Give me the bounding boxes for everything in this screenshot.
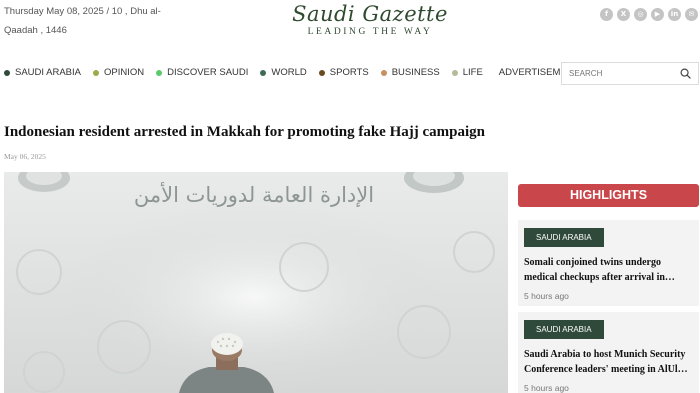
nav-item-discover-saudi[interactable]: DISCOVER SAUDI bbox=[156, 67, 248, 78]
nav-label: OPINION bbox=[104, 67, 145, 78]
nav-label: SAUDI ARABIA bbox=[15, 67, 81, 78]
nav-dot bbox=[260, 69, 267, 76]
nav-label: SPORTS bbox=[329, 67, 369, 78]
nav-item-saudi-arabia[interactable]: SAUDI ARABIA bbox=[4, 67, 81, 78]
logo-tagline: LEADING THE WAY bbox=[307, 27, 433, 37]
nav-item-opinion[interactable]: OPINION bbox=[93, 67, 144, 78]
nav-dot bbox=[380, 69, 387, 76]
email-icon[interactable]: ✉ bbox=[685, 8, 698, 21]
linkedin-icon[interactable]: in bbox=[668, 8, 681, 21]
main-nav: SAUDI ARABIA OPINION DISCOVER SAUDI WORL… bbox=[4, 67, 598, 78]
instagram-icon[interactable]: ◎ bbox=[634, 8, 647, 21]
highlight-time: 5 hours ago bbox=[524, 291, 569, 301]
site-logo[interactable]: Saudi Gazette LEADING THE WAY bbox=[290, 2, 450, 37]
highlight-title[interactable]: Somali conjoined twins undergo medical c… bbox=[524, 255, 693, 285]
nav-dot bbox=[4, 69, 10, 76]
highlight-title[interactable]: Saudi Arabia to host Munich Security Con… bbox=[524, 347, 693, 377]
current-date: Thursday May 08, 2025 / 10 , Dhu al-Qaad… bbox=[4, 6, 161, 36]
nav-item-world[interactable]: WORLD bbox=[260, 67, 307, 78]
article-headline: Indonesian resident arrested in Makkah f… bbox=[4, 124, 486, 140]
nav-dot bbox=[318, 69, 325, 76]
highlight-card[interactable]: SAUDI ARABIA Saudi Arabia to host Munich… bbox=[518, 312, 699, 393]
nav-dot bbox=[93, 69, 99, 76]
article-photo: الإدارة العامة لدوريات الأمن bbox=[4, 172, 508, 393]
photo-sign-text: الإدارة العامة لدوريات الأمن bbox=[134, 182, 374, 207]
nav-label: LIFE bbox=[462, 67, 483, 78]
category-badge[interactable]: SAUDI ARABIA bbox=[524, 228, 604, 247]
highlight-time: 5 hours ago bbox=[524, 383, 569, 393]
photo-scene: الإدارة العامة لدوريات الأمن bbox=[4, 172, 508, 393]
highlights-banner: HIGHLIGHTS bbox=[518, 184, 699, 207]
nav-item-sports[interactable]: SPORTS bbox=[318, 67, 369, 78]
nav-item-business[interactable]: BUSINESS bbox=[380, 67, 440, 78]
facebook-icon[interactable]: f bbox=[600, 8, 613, 21]
search-icon[interactable] bbox=[680, 68, 691, 79]
nav-item-life[interactable]: LIFE bbox=[451, 67, 483, 78]
category-badge[interactable]: SAUDI ARABIA bbox=[524, 320, 604, 339]
search-input[interactable] bbox=[562, 63, 670, 84]
nav-label: BUSINESS bbox=[391, 67, 440, 78]
nav-label: WORLD bbox=[271, 67, 307, 78]
nav-dot bbox=[156, 69, 163, 76]
social-links: f X ◎ ▶ in ✉ bbox=[600, 8, 698, 21]
nav-dot bbox=[451, 69, 458, 76]
youtube-icon[interactable]: ▶ bbox=[651, 8, 664, 21]
search-box bbox=[561, 62, 699, 85]
highlight-card[interactable]: SAUDI ARABIA Somali conjoined twins unde… bbox=[518, 220, 699, 306]
nav-label: DISCOVER SAUDI bbox=[167, 67, 249, 78]
logo-wordmark: Saudi Gazette bbox=[292, 2, 448, 26]
x-icon[interactable]: X bbox=[617, 8, 630, 21]
article-date: May 06, 2025 bbox=[4, 152, 46, 161]
